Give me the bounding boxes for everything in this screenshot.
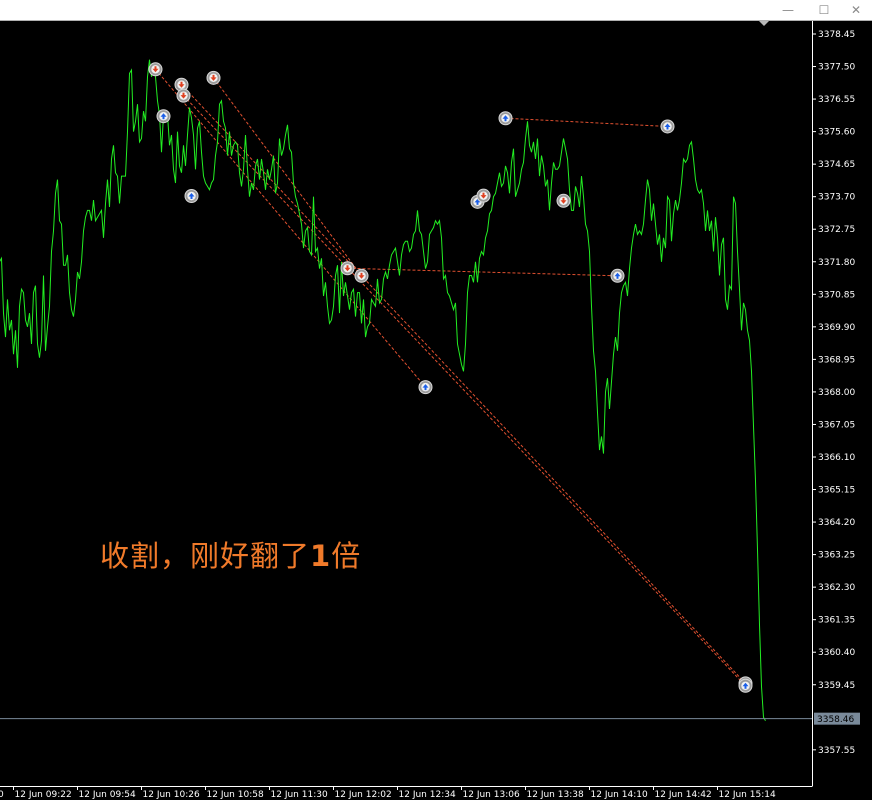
trade-exit-marker-3[interactable] xyxy=(738,678,753,693)
time-tick-label-first: 0 xyxy=(0,790,4,800)
trade-entry-marker-6[interactable] xyxy=(498,111,513,126)
trade-marker-2[interactable] xyxy=(184,189,199,204)
price-chart[interactable]: 3378.45 3377.50 3376.55 3375.60 3374.65 3373.… xyxy=(0,0,872,800)
time-tick-label: 12 Jun 14:42 xyxy=(655,790,712,800)
trade-entry-marker-1[interactable] xyxy=(148,62,163,77)
trade-exit-marker-6[interactable] xyxy=(660,119,675,134)
current-price-label: 3358.46 xyxy=(817,715,854,725)
chart-annotation-text: 收割，刚好翻了1倍 xyxy=(100,533,361,575)
trade-marker-1[interactable] xyxy=(156,109,171,124)
time-tick-label: 12 Jun 14:10 xyxy=(591,790,648,800)
price-tick-label: 3363.25 xyxy=(818,551,855,561)
trade-entry-marker-5[interactable] xyxy=(340,261,355,276)
time-tick-label: 12 Jun 12:02 xyxy=(335,790,392,800)
annotation-text-bold: 1 xyxy=(310,539,332,573)
time-tick-label: 12 Jun 13:06 xyxy=(463,790,520,800)
trade-exit-marker-1[interactable] xyxy=(418,380,433,395)
price-tick-label: 3373.70 xyxy=(818,193,855,203)
price-tick-label: 3361.35 xyxy=(818,616,855,626)
trade-marker-4[interactable] xyxy=(476,188,491,203)
price-tick-label: 3366.10 xyxy=(818,453,855,463)
price-tick-label: 3378.45 xyxy=(818,30,855,40)
time-tick-label: 12 Jun 10:26 xyxy=(143,790,200,800)
price-tick-label: 3375.60 xyxy=(818,128,855,138)
maximize-icon[interactable]: ☐ xyxy=(814,2,834,18)
price-tick-label: 3368.00 xyxy=(818,388,855,398)
time-tick-label: 12 Jun 13:38 xyxy=(527,790,584,800)
time-tick-label: 12 Jun 15:14 xyxy=(719,790,776,800)
price-tick-label: 3377.50 xyxy=(818,63,855,73)
annotation-text-before: 收割，刚好翻了 xyxy=(100,539,311,573)
price-tick-label: 3374.65 xyxy=(818,160,855,170)
price-tick-label: 3360.40 xyxy=(818,648,855,658)
time-tick-label: 12 Jun 12:34 xyxy=(399,790,456,800)
price-tick-label: 3357.55 xyxy=(818,746,855,756)
price-tick-label: 3368.95 xyxy=(818,355,855,365)
time-tick-label: 12 Jun 09:22 xyxy=(15,790,72,800)
price-tick-label: 3364.20 xyxy=(818,518,855,528)
price-tick-label: 3367.05 xyxy=(818,420,855,430)
trade-entry-marker-4[interactable] xyxy=(206,70,221,85)
price-tick-label: 3371.80 xyxy=(818,258,855,268)
price-tick-label: 3372.75 xyxy=(818,225,855,235)
trade-entry-marker-3[interactable] xyxy=(176,88,191,103)
price-tick-label: 3370.85 xyxy=(818,290,855,300)
trade-marker-5[interactable] xyxy=(556,193,571,208)
window-title-bar: — ☐ ✕ xyxy=(0,0,872,21)
close-icon[interactable]: ✕ xyxy=(846,2,866,18)
price-tick-label: 3362.30 xyxy=(818,583,855,593)
time-tick-label: 12 Jun 11:30 xyxy=(271,790,328,800)
minimize-icon[interactable]: — xyxy=(778,2,798,18)
price-tick-label: 3365.15 xyxy=(818,486,855,496)
trade-exit-marker-5[interactable] xyxy=(610,268,625,283)
price-tick-label: 3359.45 xyxy=(818,681,855,691)
time-tick-label: 12 Jun 10:58 xyxy=(207,790,264,800)
price-tick-label: 3376.55 xyxy=(818,95,855,105)
time-tick-label: 12 Jun 09:54 xyxy=(79,790,136,800)
trade-exit-marker-4[interactable] xyxy=(354,268,369,283)
price-tick-label: 3369.90 xyxy=(818,323,855,333)
annotation-text-after: 倍 xyxy=(331,539,362,573)
